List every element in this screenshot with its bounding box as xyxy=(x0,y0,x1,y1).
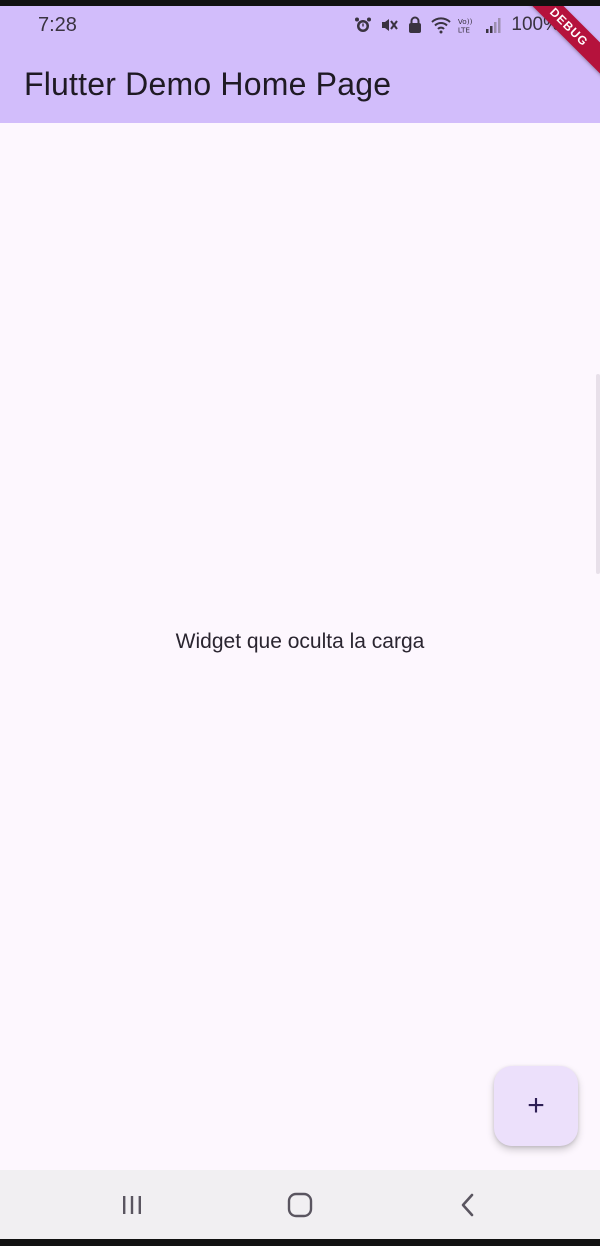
page-title: Flutter Demo Home Page xyxy=(24,66,392,102)
lock-icon xyxy=(405,15,425,35)
recents-button[interactable] xyxy=(112,1187,152,1223)
volte-icon: Vo)) LTE xyxy=(457,15,477,35)
alarm-icon xyxy=(353,15,373,35)
bottom-edge xyxy=(0,1239,600,1246)
back-icon xyxy=(461,1193,474,1217)
wifi-icon xyxy=(431,15,452,35)
mute-icon xyxy=(379,15,399,35)
phone-screen: 7:28 Vo)) LTE 100% Flutter Demo Home Pag… xyxy=(0,6,600,1239)
home-icon xyxy=(287,1192,313,1218)
body-message: Widget que oculta la carga xyxy=(175,630,425,653)
add-icon: + xyxy=(527,1089,545,1122)
status-time: 7:28 xyxy=(38,14,77,36)
home-button[interactable] xyxy=(280,1187,320,1223)
status-bar: 7:28 Vo)) LTE 100% xyxy=(0,6,600,46)
signal-icon xyxy=(483,15,503,35)
scroll-indicator xyxy=(596,374,600,574)
recents-icon xyxy=(123,1196,141,1214)
app-bar: 7:28 Vo)) LTE 100% Flutter Demo Home Pag… xyxy=(0,6,600,123)
status-icons: Vo)) LTE 100% xyxy=(353,14,560,36)
back-button[interactable] xyxy=(448,1187,488,1223)
add-button[interactable]: + xyxy=(494,1066,578,1146)
svg-text:LTE: LTE xyxy=(458,25,470,34)
navigation-bar xyxy=(0,1170,600,1239)
